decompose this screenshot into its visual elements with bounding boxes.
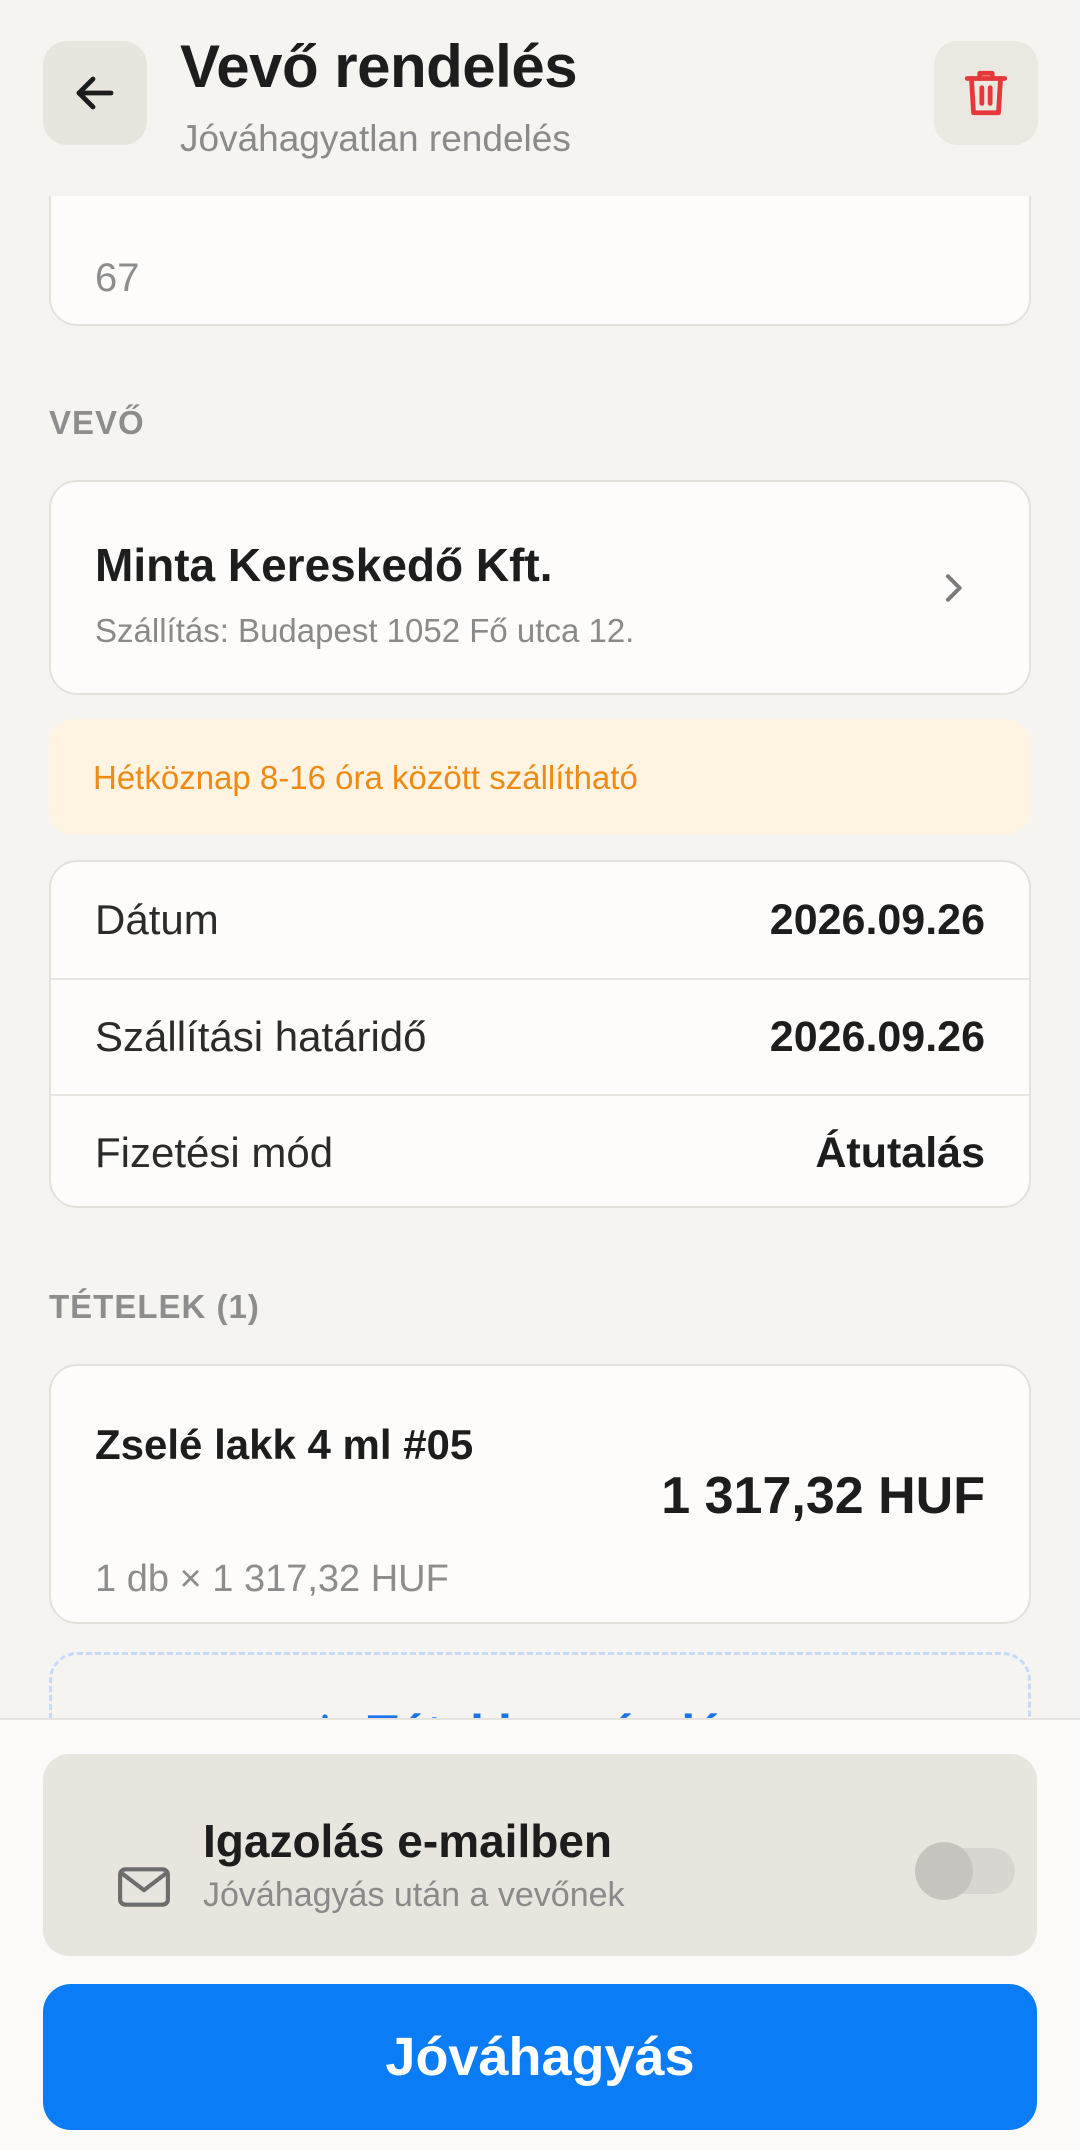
app-header: Vevő rendelés Jóváhagyatlan rendelés — [0, 0, 1080, 196]
item-name: Zselé lakk 4 ml #05 — [95, 1421, 474, 1468]
items-section-label: TÉTELEK (1) — [49, 1288, 260, 1325]
detail-value: 2026.09.26 — [769, 1012, 985, 1061]
page-subtitle: Jóváhagyatlan rendelés — [180, 118, 571, 159]
delete-button[interactable] — [934, 41, 1038, 145]
email-title: Igazolás e-mailben — [203, 1815, 613, 1867]
arrow-left-icon — [76, 76, 114, 110]
plus-icon — [322, 1714, 328, 1718]
order-content[interactable]: 67 VEVŐ Minta Kereskedő Kft. Szállítás: … — [0, 196, 1080, 1718]
item-quantity: 1 db × 1 317,32 HUF — [95, 1558, 449, 1600]
approve-button[interactable]: Jóváhagyás — [43, 1984, 1037, 2130]
order-field-card[interactable]: 67 — [49, 196, 1031, 326]
page-title: Vevő rendelés — [180, 33, 578, 100]
add-item-button[interactable]: Tétel hozzáadása — [49, 1652, 1031, 1718]
detail-value: 2026.09.26 — [769, 895, 985, 944]
order-field-value: 67 — [95, 256, 140, 300]
email-subtitle: Jóváhagyás után a vevőnek — [203, 1876, 625, 1914]
add-item-label: Tétel hozzáadása — [367, 1704, 778, 1718]
detail-label: Szállítási határidő — [95, 1013, 427, 1060]
buyer-card[interactable]: Minta Kereskedő Kft. Szállítás: Budapest… — [49, 480, 1031, 695]
detail-row-date[interactable]: Dátum 2026.09.26 — [51, 862, 1029, 978]
detail-row-deadline[interactable]: Szállítási határidő 2026.09.26 — [51, 978, 1029, 1094]
list-item[interactable]: Zselé lakk 4 ml #05 1 db × 1 317,32 HUF … — [49, 1364, 1031, 1624]
detail-label: Fizetési mód — [95, 1129, 334, 1176]
chevron-right-icon — [946, 574, 962, 602]
trash-icon — [964, 70, 1008, 116]
order-details-card: Dátum 2026.09.26 Szállítási határidő 202… — [49, 860, 1031, 1208]
delivery-note-text: Hétköznap 8-16 óra között szállítható — [93, 759, 638, 796]
toggle-knob — [915, 1842, 973, 1900]
email-toggle[interactable] — [915, 1842, 1015, 1900]
delivery-note: Hétköznap 8-16 óra között szállítható — [49, 719, 1031, 835]
buyer-address: Szállítás: Budapest 1052 Fő utca 12. — [95, 612, 635, 649]
item-total: 1 317,32 HUF — [661, 1467, 985, 1525]
mail-icon — [118, 1867, 170, 1907]
email-confirmation-row[interactable]: Igazolás e-mailben Jóváhagyás után a vev… — [43, 1754, 1037, 1956]
detail-row-payment[interactable]: Fizetési mód Átutalás — [51, 1094, 1029, 1210]
buyer-section-label: VEVŐ — [49, 404, 145, 441]
back-button[interactable] — [43, 41, 147, 145]
bottom-action-panel: Igazolás e-mailben Jóváhagyás után a vev… — [0, 1718, 1080, 2150]
buyer-name: Minta Kereskedő Kft. — [95, 539, 553, 591]
detail-value: Átutalás — [815, 1128, 985, 1177]
detail-label: Dátum — [95, 896, 219, 943]
